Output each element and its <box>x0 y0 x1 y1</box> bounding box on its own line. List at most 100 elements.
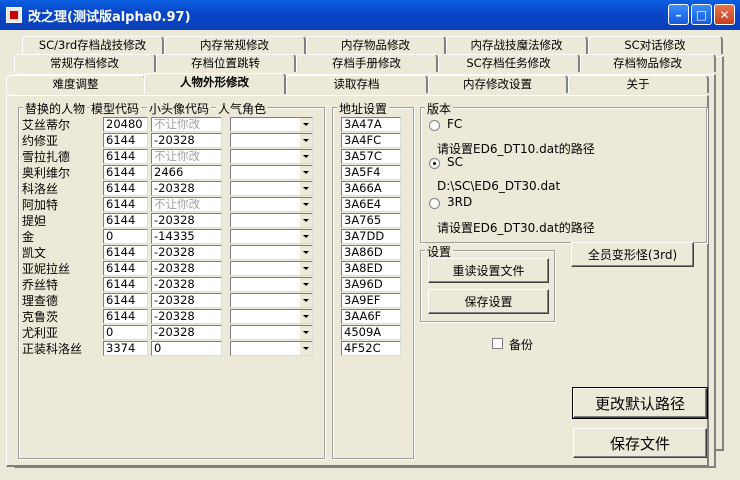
role-select[interactable] <box>230 181 313 196</box>
chevron-down-icon[interactable] <box>299 198 312 211</box>
model-code-input[interactable]: 6144 <box>103 245 148 260</box>
avatar-code-input[interactable]: -20328 <box>151 309 222 324</box>
address-input[interactable]: 3A5F4 <box>341 165 401 180</box>
tab-save-handbook[interactable]: 存档手册修改 <box>296 54 438 72</box>
tab-sc3rd-save-craft[interactable]: SC/3rd存档战技修改 <box>22 36 164 54</box>
model-code-input[interactable]: 0 <box>103 229 148 244</box>
role-select[interactable] <box>230 149 313 164</box>
address-input[interactable]: 3A4FC <box>341 133 401 148</box>
tab-load-save[interactable]: 读取存档 <box>286 75 428 93</box>
model-code-input[interactable]: 6144 <box>103 133 148 148</box>
model-code-input[interactable]: 6144 <box>103 309 148 324</box>
chevron-down-icon[interactable] <box>299 326 312 339</box>
avatar-code-input[interactable]: 0 <box>151 341 222 356</box>
model-code-input[interactable]: 6144 <box>103 181 148 196</box>
role-select[interactable] <box>230 277 313 292</box>
chevron-down-icon[interactable] <box>299 134 312 147</box>
address-input[interactable]: 4F52C <box>341 341 401 356</box>
avatar-code-input[interactable]: -20328 <box>151 133 222 148</box>
character-name: 乔丝特 <box>22 278 59 292</box>
chevron-down-icon[interactable] <box>299 342 312 355</box>
chevron-down-icon[interactable] <box>299 150 312 163</box>
change-default-path-button[interactable]: 更改默认路径 <box>572 387 708 419</box>
avatar-code-input[interactable]: -20328 <box>151 277 222 292</box>
address-input[interactable]: 3A66A <box>341 181 401 196</box>
tab-save-location-jump[interactable]: 存档位置跳转 <box>156 54 296 72</box>
model-code-input[interactable]: 6144 <box>103 149 148 164</box>
chevron-down-icon[interactable] <box>299 278 312 291</box>
avatar-code-input[interactable]: -20328 <box>151 213 222 228</box>
address-input[interactable]: 3A8ED <box>341 261 401 276</box>
role-select[interactable] <box>230 293 313 308</box>
address-input[interactable]: 3A47A <box>341 117 401 132</box>
role-select[interactable] <box>230 309 313 324</box>
role-select[interactable] <box>230 325 313 340</box>
chevron-down-icon[interactable] <box>299 118 312 131</box>
model-code-input[interactable]: 6144 <box>103 293 148 308</box>
avatar-code-input[interactable]: -20328 <box>151 261 222 276</box>
address-input[interactable]: 4509A <box>341 325 401 340</box>
role-select[interactable] <box>230 165 313 180</box>
address-input[interactable]: 3A7DD <box>341 229 401 244</box>
role-select[interactable] <box>230 197 313 212</box>
chevron-down-icon[interactable] <box>299 182 312 195</box>
role-select[interactable] <box>230 245 313 260</box>
avatar-code-input[interactable]: -14335 <box>151 229 222 244</box>
tab-memory-items[interactable]: 内存物品修改 <box>306 36 446 54</box>
tab-memory-settings[interactable]: 内存修改设置 <box>428 75 568 93</box>
tab-memory-general[interactable]: 内存常规修改 <box>164 36 306 54</box>
address-input[interactable]: 3A86D <box>341 245 401 260</box>
address-input[interactable]: 3A96D <box>341 277 401 292</box>
tab-sc-save-quest[interactable]: SC存档任务修改 <box>438 54 580 72</box>
role-select[interactable] <box>230 213 313 228</box>
tab-save-items[interactable]: 存档物品修改 <box>580 54 716 72</box>
close-button[interactable]: ✕ <box>714 4 735 25</box>
model-code-input[interactable]: 6144 <box>103 213 148 228</box>
tab-save-general[interactable]: 常规存档修改 <box>14 54 156 72</box>
tab-difficulty[interactable]: 难度调整 <box>6 75 146 93</box>
model-code-input[interactable]: 6144 <box>103 197 148 212</box>
role-select[interactable] <box>230 117 313 132</box>
avatar-code-input[interactable]: -20328 <box>151 325 222 340</box>
radio-3rd[interactable] <box>429 198 440 209</box>
address-input[interactable]: 3AA6F <box>341 309 401 324</box>
maximize-button[interactable]: □ <box>691 4 712 25</box>
chevron-down-icon[interactable] <box>299 246 312 259</box>
radio-sc[interactable] <box>429 158 440 169</box>
chevron-down-icon[interactable] <box>299 230 312 243</box>
backup-checkbox[interactable] <box>492 338 503 349</box>
role-select[interactable] <box>230 229 313 244</box>
model-code-input[interactable]: 6144 <box>103 261 148 276</box>
model-code-input[interactable]: 20480 <box>103 117 148 132</box>
avatar-code-input[interactable]: 2466 <box>151 165 222 180</box>
avatar-code-input[interactable]: -20328 <box>151 245 222 260</box>
model-code-input[interactable]: 6144 <box>103 165 148 180</box>
chevron-down-icon[interactable] <box>299 310 312 323</box>
chevron-down-icon[interactable] <box>299 166 312 179</box>
model-code-input[interactable]: 0 <box>103 325 148 340</box>
minimize-button[interactable]: – <box>668 4 689 25</box>
save-settings-button[interactable]: 保存设置 <box>428 289 549 314</box>
avatar-code-input[interactable]: -20328 <box>151 293 222 308</box>
role-select[interactable] <box>230 341 313 356</box>
chevron-down-icon[interactable] <box>299 214 312 227</box>
model-code-input[interactable]: 6144 <box>103 277 148 292</box>
address-input[interactable]: 3A765 <box>341 213 401 228</box>
chevron-down-icon[interactable] <box>299 294 312 307</box>
tab-memory-craft-magic[interactable]: 内存战技魔法修改 <box>446 36 588 54</box>
tab-about[interactable]: 关于 <box>568 75 709 93</box>
reload-settings-button[interactable]: 重读设置文件 <box>428 258 549 283</box>
role-select[interactable] <box>230 133 313 148</box>
avatar-code-input[interactable]: -20328 <box>151 181 222 196</box>
save-file-button[interactable]: 保存文件 <box>573 428 707 458</box>
tab-sc-dialog[interactable]: SC对话修改 <box>588 36 723 54</box>
address-input[interactable]: 3A9EF <box>341 293 401 308</box>
address-input[interactable]: 3A57C <box>341 149 401 164</box>
chevron-down-icon[interactable] <box>299 262 312 275</box>
all-transform-button[interactable]: 全员变形怪(3rd) <box>571 242 694 267</box>
model-code-input[interactable]: 3374 <box>103 341 148 356</box>
radio-fc[interactable] <box>429 120 440 131</box>
role-select[interactable] <box>230 261 313 276</box>
address-input[interactable]: 3A6E4 <box>341 197 401 212</box>
tab-character-appearance[interactable]: 人物外形修改 <box>144 73 286 94</box>
